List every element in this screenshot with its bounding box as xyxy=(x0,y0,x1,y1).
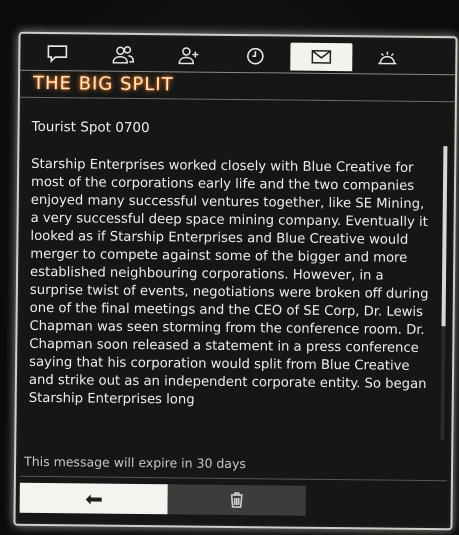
delete-button[interactable] xyxy=(167,484,306,516)
tab-bar xyxy=(26,40,451,72)
expiry-notice: This message will expire in 30 days xyxy=(24,453,247,472)
tab-chat[interactable] xyxy=(26,40,88,69)
envelope-icon xyxy=(311,50,332,64)
settings-hand-icon xyxy=(378,51,397,65)
scrollbar[interactable] xyxy=(440,146,448,441)
chat-bubble-icon xyxy=(47,45,68,63)
tab-inbox[interactable] xyxy=(290,42,353,72)
clock-icon xyxy=(247,47,264,65)
title-bar: THE BIG SPLIT xyxy=(19,69,456,103)
message-sender: Tourist Spot 0700 xyxy=(31,118,150,137)
tab-add-contact[interactable] xyxy=(158,41,220,70)
contacts-icon xyxy=(112,46,135,64)
action-bar xyxy=(19,482,306,516)
tab-history[interactable] xyxy=(224,42,286,71)
tab-settings[interactable] xyxy=(356,43,418,72)
message-panel: THE BIG SPLIT Tourist Spot 0700 Starship… xyxy=(13,31,458,531)
message-content: Tourist Spot 0700 Starship Enterprises w… xyxy=(28,108,433,438)
message-title: THE BIG SPLIT xyxy=(32,72,174,96)
scroll-thumb[interactable] xyxy=(441,146,448,327)
message-body: Starship Enterprises worked closely with… xyxy=(28,156,429,408)
trash-icon xyxy=(230,492,243,508)
divider xyxy=(19,475,447,482)
add-contact-icon xyxy=(178,47,199,65)
reply-button[interactable] xyxy=(19,482,168,515)
reply-arrow-icon xyxy=(85,494,102,505)
tab-contacts[interactable] xyxy=(92,40,154,69)
